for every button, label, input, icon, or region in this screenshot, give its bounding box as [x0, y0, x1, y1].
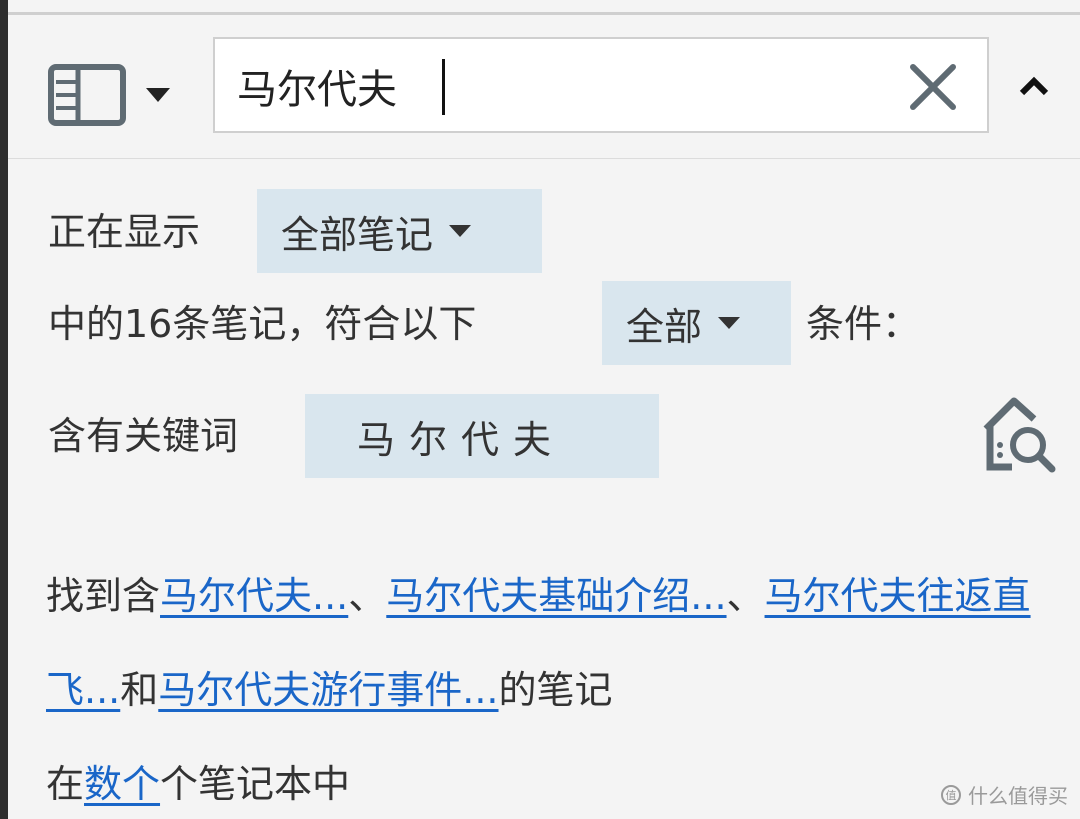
keyword-chip[interactable]: 马尔代夫 [305, 394, 659, 478]
results-prefix: 找到含 [46, 574, 161, 618]
svg-text:值: 值 [946, 789, 957, 802]
match-select[interactable]: 全部 [602, 281, 791, 365]
list-layout-icon [48, 64, 126, 126]
result-link[interactable]: 马尔代夫基础介绍... [386, 574, 726, 618]
notebooks-suffix: 个笔记本中 [160, 762, 351, 806]
search-home-icon[interactable] [978, 389, 1058, 477]
results-summary: 找到含马尔代夫...、马尔代夫基础介绍...、马尔代夫往返直飞...和马尔代夫游… [46, 549, 1056, 819]
notebook-select[interactable]: 全部笔记 [257, 189, 542, 273]
conjunction: 和 [120, 668, 159, 712]
search-bar [8, 15, 1080, 159]
result-link[interactable]: 马尔代夫游行事件... [158, 668, 498, 712]
count-text: 中的16条笔记，符合以下 [48, 302, 477, 346]
results-suffix: 的笔记 [498, 668, 613, 712]
watermark: 值 什么值得买 [940, 780, 1068, 809]
watermark-text: 什么值得买 [968, 784, 1068, 808]
chevron-down-icon [449, 225, 472, 237]
search-filter-panel: 正在显示 全部笔记 中的16条笔记，符合以下 全部 条件： 含有关键词 马尔代夫 [8, 159, 1080, 819]
separator: 、 [348, 574, 387, 618]
keyword-label: 含有关键词 [48, 414, 239, 458]
layout-toggle-button[interactable] [48, 55, 188, 135]
smzdm-logo-icon: 值 [941, 784, 961, 805]
showing-label: 正在显示 [48, 210, 201, 254]
separator: 、 [726, 574, 765, 618]
note-search-panel: 正在显示 全部笔记 中的16条笔记，符合以下 全部 条件： 含有关键词 马尔代夫 [0, 0, 1080, 819]
notebook-select-label: 全部笔记 [281, 212, 434, 257]
match-select-label: 全部 [626, 304, 703, 349]
left-edge [0, 0, 8, 819]
keyword-value: 马尔代夫 [357, 417, 566, 462]
notebooks-link[interactable]: 数个 [84, 762, 160, 806]
text-cursor [442, 59, 445, 115]
chevron-up-icon[interactable] [1014, 73, 1054, 99]
chevron-down-icon [718, 317, 741, 329]
chevron-down-icon [146, 88, 170, 102]
notebooks-prefix: 在 [46, 762, 85, 806]
search-input[interactable] [237, 53, 837, 119]
result-link[interactable]: 马尔代夫... [160, 574, 348, 618]
condition-label: 条件： [806, 302, 921, 346]
close-icon[interactable] [905, 59, 961, 115]
search-box [213, 37, 989, 133]
